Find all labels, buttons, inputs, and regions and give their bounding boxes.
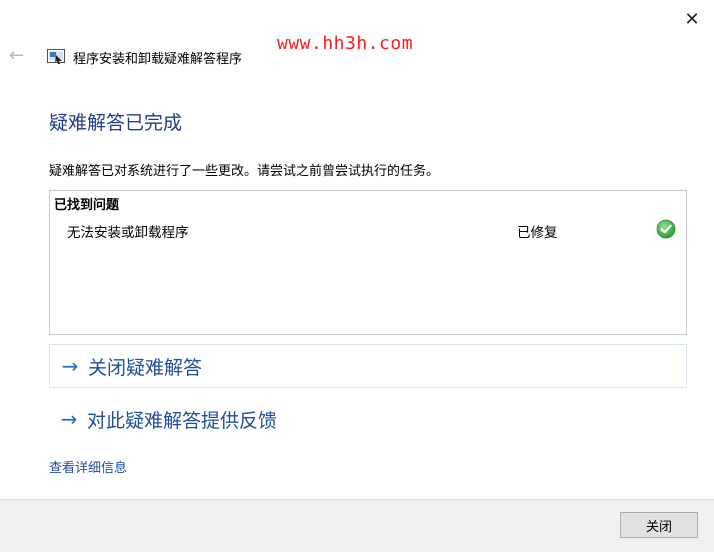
view-details-link[interactable]: 查看详细信息 <box>49 457 127 476</box>
feedback-link[interactable]: → 对此疑难解答提供反馈 <box>49 397 687 441</box>
close-troubleshooter-link[interactable]: → 关闭疑难解答 <box>49 344 687 388</box>
back-arrow-icon: ← <box>9 45 25 66</box>
issue-status: 已修复 <box>517 225 558 241</box>
footer-bar: 关闭 <box>0 499 714 552</box>
page-title: 疑难解答已完成 <box>49 112 183 134</box>
troubleshooter-app-icon <box>47 49 65 64</box>
problems-found-header: 已找到问题 <box>54 198 120 213</box>
close-button[interactable]: 关闭 <box>620 512 698 538</box>
watermark: www.hh3h.com <box>277 33 414 54</box>
back-button[interactable]: ← <box>9 46 29 66</box>
issue-name: 无法安装或卸载程序 <box>67 225 189 241</box>
feedback-label: 对此疑难解答提供反馈 <box>87 409 278 432</box>
arrow-right-icon: → <box>61 354 79 378</box>
window-title: 程序安装和卸载疑难解答程序 <box>73 52 243 67</box>
green-check-icon <box>656 219 676 239</box>
problems-found-panel: 已找到问题 无法安装或卸载程序 已修复 <box>49 190 687 335</box>
close-troubleshooter-label: 关闭疑难解答 <box>88 356 203 379</box>
close-icon: ✕ <box>684 8 700 30</box>
window-close-button[interactable]: ✕ <box>678 6 706 32</box>
arrow-right-icon: → <box>60 407 78 431</box>
description-text: 疑难解答已对系统进行了一些更改。请尝试之前曾尝试执行的任务。 <box>49 164 440 179</box>
